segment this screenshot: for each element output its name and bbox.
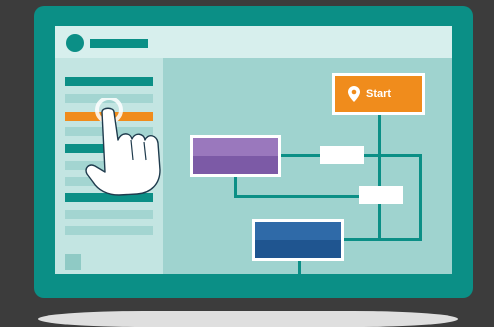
purple-node-fill [193,138,278,174]
sidebar-item-6[interactable] [65,226,153,235]
device-shadow [38,311,458,327]
tablet-screen: Start [55,26,452,274]
connector-purple-down [234,177,237,197]
app-header [55,26,452,58]
start-node-fill: Start [335,76,422,112]
sidebar-item-5[interactable] [65,210,153,219]
location-pin-icon [348,86,360,102]
pointing-hand-icon [85,98,161,196]
avatar [66,34,84,52]
purple-node[interactable] [190,135,281,177]
connector-right [419,154,422,238]
flow-label-box-1[interactable] [320,146,364,164]
start-label: Start [366,88,392,100]
connector-middle [234,195,378,198]
connector-blue [344,238,422,241]
sidebar-heading-1 [65,77,153,86]
sidebar-square-icon[interactable] [65,254,81,270]
start-node[interactable]: Start [332,73,425,115]
blue-node-fill [255,222,341,258]
connector-blue-down [298,261,301,274]
connector-main [378,115,381,241]
blue-node[interactable] [252,219,344,261]
header-title-placeholder [90,39,148,48]
flow-label-box-2[interactable] [359,186,403,204]
